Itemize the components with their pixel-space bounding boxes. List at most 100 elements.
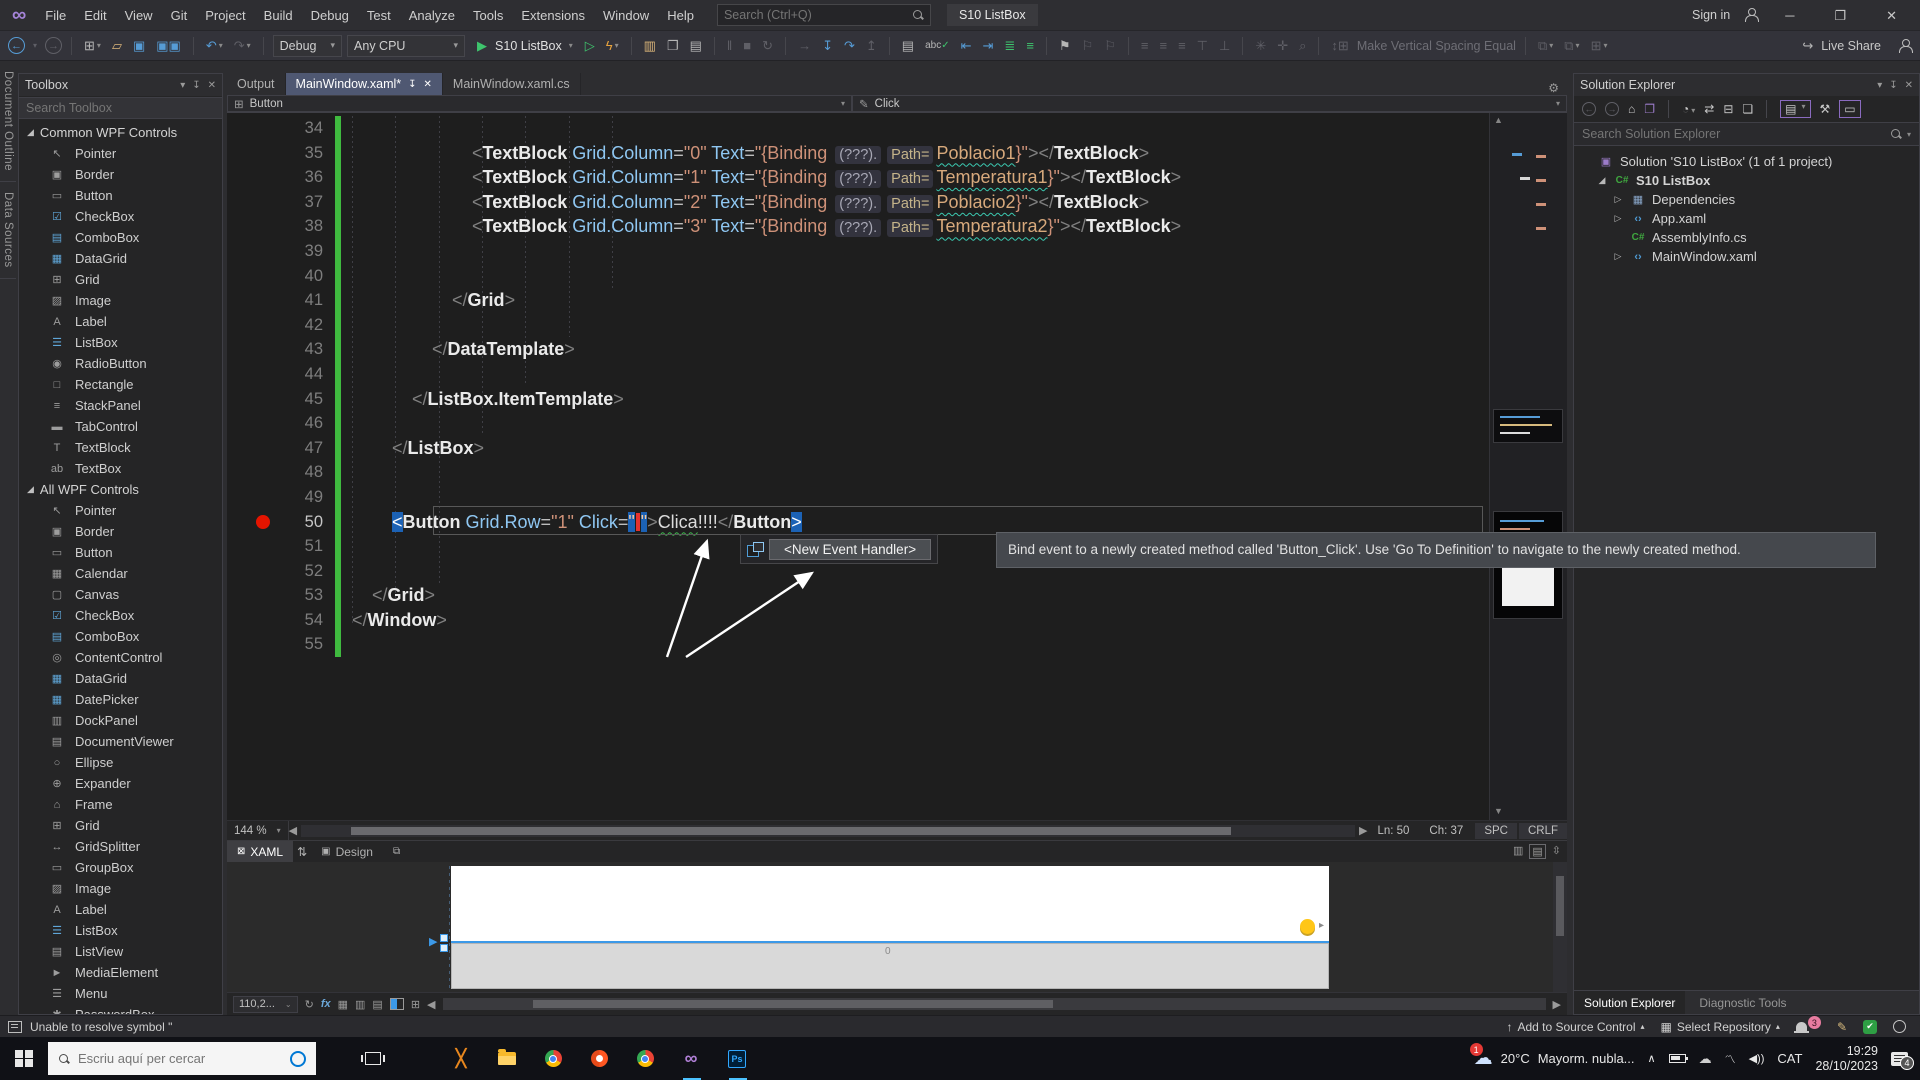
show-grid-icon[interactable]: ▦: [338, 998, 348, 1011]
next-bookmark-icon[interactable]: ⚐: [1101, 37, 1119, 55]
live-share-button[interactable]: ↪ Live Share: [1799, 37, 1881, 55]
toolbox-item-menu[interactable]: ☰ Menu: [19, 983, 222, 1004]
close-icon[interactable]: ✕: [1905, 80, 1913, 91]
tree-item-app-xaml[interactable]: ▷ ‹› App.xaml: [1574, 209, 1919, 228]
code-line-47[interactable]: 47 </ListBox>: [227, 435, 1567, 461]
breakpoint-window-icon[interactable]: ▤: [687, 37, 705, 55]
toolbox-item-canvas[interactable]: ▢ Canvas: [19, 584, 222, 605]
effects-icon[interactable]: fx: [321, 998, 331, 1010]
add-to-source-control-button[interactable]: ↑ Add to Source Control ▴: [1506, 1020, 1644, 1034]
line-ending-indicator[interactable]: CRLF: [1518, 822, 1567, 839]
toolbox-header[interactable]: Toolbox ▾ ↧ ✕: [19, 74, 222, 96]
space-mode-indicator[interactable]: SPC: [1475, 822, 1517, 839]
snap-grid-icon[interactable]: ▥: [355, 998, 365, 1011]
comment-icon[interactable]: ≣: [1001, 37, 1018, 55]
breakpoint-margin[interactable]: [227, 165, 279, 190]
toolbox-item-rectangle[interactable]: □ Rectangle: [19, 374, 222, 395]
clock[interactable]: 19:29 28/10/2023: [1815, 1044, 1878, 1074]
menu-edit[interactable]: Edit: [75, 0, 115, 31]
volume-icon[interactable]: ◀)): [1749, 1052, 1765, 1065]
pause-icon[interactable]: ‖: [724, 37, 735, 54]
open-file-icon[interactable]: ▱: [109, 37, 125, 55]
menu-build[interactable]: Build: [255, 0, 302, 31]
show-next-statement-icon[interactable]: →: [795, 37, 814, 54]
code-definition-icon[interactable]: ▤: [899, 37, 917, 55]
breakpoint-margin[interactable]: [227, 337, 279, 362]
breakpoint-margin[interactable]: [227, 313, 279, 338]
onedrive-icon[interactable]: ☁: [1699, 1051, 1712, 1067]
tab-mainwindow-xaml-cs[interactable]: MainWindow.xaml.cs: [442, 73, 581, 95]
toolbox-item-ellipse[interactable]: ○ Ellipse: [19, 752, 222, 773]
taskbar-app-chrome-profile-2[interactable]: [622, 1037, 668, 1080]
expander-icon[interactable]: ▷: [1612, 213, 1624, 224]
taskbar-app-browser-orange[interactable]: [576, 1037, 622, 1080]
taskbar-app-photoshop[interactable]: Ps: [714, 1037, 760, 1080]
save-icon[interactable]: ▣: [130, 37, 148, 55]
breakpoint-margin[interactable]: [227, 190, 279, 215]
tab-design[interactable]: ▣ Design: [311, 841, 383, 862]
breakpoint-margin[interactable]: [227, 632, 279, 657]
toolbox-item-grid[interactable]: ⊞ Grid: [19, 815, 222, 836]
stop-icon[interactable]: ■: [740, 37, 754, 54]
close-icon[interactable]: ✕: [424, 79, 432, 90]
toolbox-item-textbox[interactable]: ab TextBox: [19, 458, 222, 479]
navigate-back-icon[interactable]: ←: [8, 37, 25, 54]
toolbox-item-pointer[interactable]: ↖ Pointer: [19, 500, 222, 521]
hot-reload-icon[interactable]: ϟ ▾: [603, 37, 622, 54]
preview-selected-items-icon[interactable]: ▭: [1839, 100, 1861, 118]
collapse-pane-icon[interactable]: ⇳: [1552, 844, 1561, 859]
toolbox-item-contentcontrol[interactable]: ◎ ContentControl: [19, 647, 222, 668]
toolbox-item-frame[interactable]: ⌂ Frame: [19, 794, 222, 815]
bring-forward-icon[interactable]: ⧉ ▾: [1535, 37, 1556, 55]
code-line-37[interactable]: 37 <TextBlock Grid.Column="2" Text="{Bin…: [227, 189, 1567, 215]
code-line-44[interactable]: 44: [227, 361, 1567, 387]
toolbox-item-button[interactable]: ▭ Button: [19, 542, 222, 563]
toolbox-item-textblock[interactable]: T TextBlock: [19, 437, 222, 458]
popout-icon[interactable]: ⧉: [383, 841, 410, 862]
snaplines-icon[interactable]: ▤: [372, 998, 382, 1011]
window-layout-icon[interactable]: ❐: [664, 37, 682, 55]
breakpoint-margin[interactable]: [227, 436, 279, 461]
toolbox-item-pointer[interactable]: ↖ Pointer: [19, 143, 222, 164]
search-options-icon[interactable]: ▾: [1907, 130, 1911, 139]
select-repository-button[interactable]: ▦ Select Repository ▴: [1661, 1020, 1780, 1034]
code-line-48[interactable]: 48: [227, 460, 1567, 485]
toolbox-item-label[interactable]: A Label: [19, 899, 222, 920]
refresh-designer-icon[interactable]: ↻: [305, 998, 314, 1011]
tray-expand-icon[interactable]: ∧: [1648, 1052, 1656, 1065]
xaml-code-editor[interactable]: 34 35 <TextBlock Grid.Column="0" Text="{B…: [227, 113, 1567, 820]
keyboard-language[interactable]: CAT: [1777, 1051, 1802, 1066]
undo-icon[interactable]: ↶ ▾: [203, 37, 226, 55]
close-button[interactable]: ✕: [1873, 0, 1910, 31]
breakpoint-margin[interactable]: [227, 411, 279, 436]
redo-icon[interactable]: ↷ ▾: [231, 37, 254, 55]
expander-icon[interactable]: ◢: [1596, 175, 1608, 186]
taskbar-app-file-explorer[interactable]: [484, 1037, 530, 1080]
breakpoint-margin[interactable]: [227, 510, 279, 535]
layout-grid-icon[interactable]: ⊞ ▾: [1588, 37, 1611, 55]
weather-widget[interactable]: ☁ 1 20°C Mayorm. nubla...: [1469, 1043, 1635, 1070]
new-folder-icon[interactable]: ❏: [1742, 102, 1753, 116]
new-project-icon[interactable]: ⊞ ▾: [81, 37, 104, 55]
taskbar-search-input[interactable]: [78, 1051, 282, 1066]
breakpoint-margin[interactable]: [227, 141, 279, 166]
scroll-left-icon[interactable]: ◀: [289, 824, 297, 837]
toolbox-item-border[interactable]: ▣ Border: [19, 521, 222, 542]
collapse-all-icon[interactable]: ⊟: [1723, 102, 1733, 116]
pin-icon[interactable]: ↧: [192, 80, 200, 91]
horizontal-scrollbar[interactable]: [301, 824, 1355, 837]
scroll-right-icon[interactable]: ▶: [1359, 824, 1367, 837]
quick-search-box[interactable]: [716, 4, 931, 26]
tree-item-solution-s10-listbox-1-of-1-project[interactable]: ▣ Solution 'S10 ListBox' (1 of 1 project): [1574, 152, 1919, 171]
tree-item-s10-listbox[interactable]: ◢ C# S10 ListBox: [1574, 171, 1919, 190]
sign-in-button[interactable]: Sign in: [1692, 8, 1730, 22]
menu-git[interactable]: Git: [162, 0, 197, 31]
start-debugging-button[interactable]: ▶ S10 ListBox ▾: [470, 37, 577, 55]
menu-window[interactable]: Window: [594, 0, 658, 31]
code-line-50[interactable]: 50 <Button Grid.Row="1" Click=" ">Clica!!…: [227, 509, 1567, 535]
breakpoint-margin[interactable]: [227, 264, 279, 289]
sync-with-active-document-icon[interactable]: ⇄: [1704, 102, 1714, 116]
navigate-backward-code-icon[interactable]: ⇤: [958, 37, 975, 55]
splitter-handle[interactable]: [440, 934, 448, 942]
previous-bookmark-icon[interactable]: ⚐: [1079, 37, 1097, 55]
